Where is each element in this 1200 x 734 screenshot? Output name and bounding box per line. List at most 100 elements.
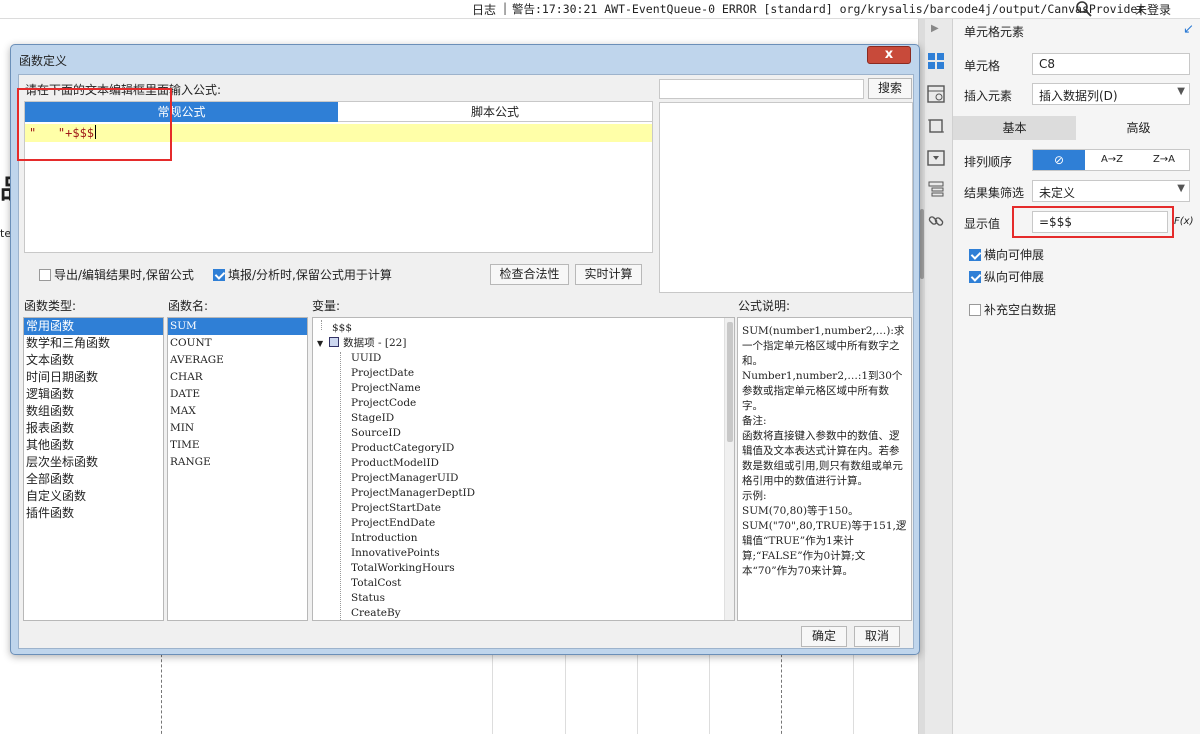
insert-element-value: 插入数据列(D) (1039, 89, 1118, 103)
tree-node-field[interactable]: ProjectEndDate (351, 516, 435, 531)
checkbox-icon[interactable] (969, 304, 981, 316)
list-item[interactable]: 其他函数 (24, 437, 163, 454)
list-item[interactable]: COUNT (168, 335, 307, 352)
list-item[interactable]: 逻辑函数 (24, 386, 163, 403)
tree-node-field[interactable]: Introduction (351, 531, 418, 546)
option-keep-formula-fill[interactable]: 填报/分析时,保留公式用于计算 (213, 266, 392, 283)
tree-node-field[interactable]: UUID (351, 351, 381, 366)
checkbox-vertical-expand[interactable]: 纵向可伸展 (969, 268, 1044, 285)
formula-fx-button[interactable]: F(x) (1174, 216, 1193, 227)
cell-attribute-icon[interactable] (927, 85, 945, 103)
description-header: 公式说明: (738, 299, 791, 313)
list-item[interactable]: MIN (168, 420, 307, 437)
search-icon[interactable] (1075, 0, 1093, 18)
list-icon[interactable] (927, 180, 945, 198)
scrollbar-thumb[interactable] (727, 322, 733, 442)
list-item[interactable]: 数组函数 (24, 403, 163, 420)
list-item[interactable]: 层次坐标函数 (24, 454, 163, 471)
list-item[interactable]: 文本函数 (24, 352, 163, 369)
list-item[interactable]: MAX (168, 403, 307, 420)
tab-advanced[interactable]: 高级 (1077, 116, 1200, 140)
tab-basic[interactable]: 基本 (953, 116, 1076, 140)
tree-node-field[interactable]: CreateBy (351, 606, 401, 620)
function-type-list[interactable]: 常用函数 数学和三角函数 文本函数 时间日期函数 逻辑函数 数组函数 报表函数 … (23, 317, 164, 621)
display-value-input[interactable]: =$$$ (1032, 211, 1168, 233)
checkbox-fill-blank[interactable]: 补充空白数据 (969, 301, 1056, 318)
realtime-calc-button[interactable]: 实时计算 (575, 264, 642, 285)
tree-node-field[interactable]: ProjectDate (351, 366, 414, 381)
formula-line[interactable]: " "+$$$ (25, 124, 652, 142)
tree-node-field[interactable]: TotalCost (351, 576, 401, 591)
tree-node-field[interactable]: TotalWorkingHours (351, 561, 455, 576)
list-item[interactable]: RANGE (168, 454, 307, 471)
tree-node-field[interactable]: SourceID (351, 426, 401, 441)
filter-select[interactable]: 未定义 ▼ (1032, 180, 1190, 202)
chevron-down-icon[interactable]: ▼ (1177, 183, 1185, 194)
list-item[interactable]: TIME (168, 437, 307, 454)
list-item[interactable]: 数学和三角函数 (24, 335, 163, 352)
tree-node-field[interactable]: StageID (351, 411, 394, 426)
option-keep-formula-export[interactable]: 导出/编辑结果时,保留公式 (39, 266, 194, 283)
list-item[interactable]: 报表函数 (24, 420, 163, 437)
cell-element-icon[interactable] (927, 52, 945, 70)
function-search-input[interactable] (659, 79, 864, 99)
checkbox-icon[interactable] (969, 271, 981, 283)
list-item[interactable]: 全部函数 (24, 471, 163, 488)
collapse-icon[interactable]: ▼ (317, 339, 323, 348)
list-item[interactable]: 自定义函数 (24, 488, 163, 505)
tree-node-root[interactable]: $$$ (332, 321, 352, 336)
pin-icon[interactable]: ↙ (1183, 22, 1194, 37)
checkbox-label: 纵向可伸展 (984, 270, 1045, 284)
insert-element-select[interactable]: 插入数据列(D) ▼ (1032, 83, 1190, 105)
chevron-right-icon[interactable]: ▶ (931, 23, 939, 34)
grid-line (853, 649, 854, 734)
checkbox-icon[interactable] (969, 249, 981, 261)
list-item[interactable]: 时间日期函数 (24, 369, 163, 386)
tree-node-field[interactable]: InnovativePoints (351, 546, 440, 561)
tree-node-field[interactable]: ProductCategoryID (351, 441, 454, 456)
check-validity-button[interactable]: 检查合法性 (490, 264, 569, 285)
link-icon[interactable] (927, 212, 945, 230)
widget-icon[interactable] (927, 117, 945, 135)
sort-desc-button[interactable]: Z→A (1138, 150, 1190, 170)
search-button[interactable]: 搜索 (868, 78, 912, 99)
list-item[interactable]: 常用函数 (24, 318, 163, 335)
tree-node-field[interactable]: ProjectManagerUID (351, 471, 458, 486)
dropdown-icon[interactable] (927, 149, 945, 167)
checkbox-icon[interactable] (213, 269, 225, 281)
list-item[interactable]: 插件函数 (24, 505, 163, 522)
list-item[interactable]: AVERAGE (168, 352, 307, 369)
tab-script-formula[interactable]: 脚本公式 (338, 102, 652, 122)
ok-button[interactable]: 确定 (801, 626, 847, 647)
tree-node-field[interactable]: ProjectManagerDeptID (351, 486, 475, 501)
tree-node-field[interactable]: ProjectStartDate (351, 501, 441, 516)
tree-node-field[interactable]: ProjectCode (351, 396, 416, 411)
close-button[interactable]: x (867, 46, 911, 64)
list-item[interactable]: CHAR (168, 369, 307, 386)
formula-text: " "+$$$ (29, 126, 95, 140)
tree-node-dataset[interactable]: ▼ 数据项 - [22] (317, 336, 406, 351)
formula-editor[interactable]: 常规公式 脚本公式 " "+$$$ (24, 101, 653, 253)
cancel-button[interactable]: 取消 (854, 626, 900, 647)
list-item[interactable]: DATE (168, 386, 307, 403)
list-item[interactable]: SUM (168, 318, 307, 335)
checkbox-horizontal-expand[interactable]: 横向可伸展 (969, 246, 1044, 263)
grid-line (565, 649, 566, 734)
tree-node-field[interactable]: ProductModelID (351, 456, 439, 471)
variable-tree[interactable]: $$$ ▼ 数据项 - [22] UUID ProjectDate Project… (312, 317, 735, 621)
tree-node-field[interactable]: Status (351, 591, 385, 606)
chevron-down-icon[interactable]: ▼ (1177, 86, 1185, 97)
tab-normal-formula[interactable]: 常规公式 (25, 102, 338, 122)
checkbox-icon[interactable] (39, 269, 51, 281)
sort-none-button[interactable]: ⊘ (1033, 150, 1085, 170)
scrollbar-thumb[interactable] (920, 209, 924, 279)
tree-node-field[interactable]: ProjectName (351, 381, 421, 396)
log-link[interactable]: 日志 (472, 1, 496, 18)
text-caret (95, 125, 97, 139)
cell-input[interactable]: C8 (1032, 53, 1190, 75)
sort-asc-button[interactable]: A→Z (1086, 150, 1138, 170)
login-link[interactable]: 未登录 (1135, 1, 1171, 18)
tree-scrollbar[interactable] (724, 318, 734, 620)
separator: | (503, 1, 508, 15)
function-name-list[interactable]: SUM COUNT AVERAGE CHAR DATE MAX MIN TIME… (167, 317, 308, 621)
